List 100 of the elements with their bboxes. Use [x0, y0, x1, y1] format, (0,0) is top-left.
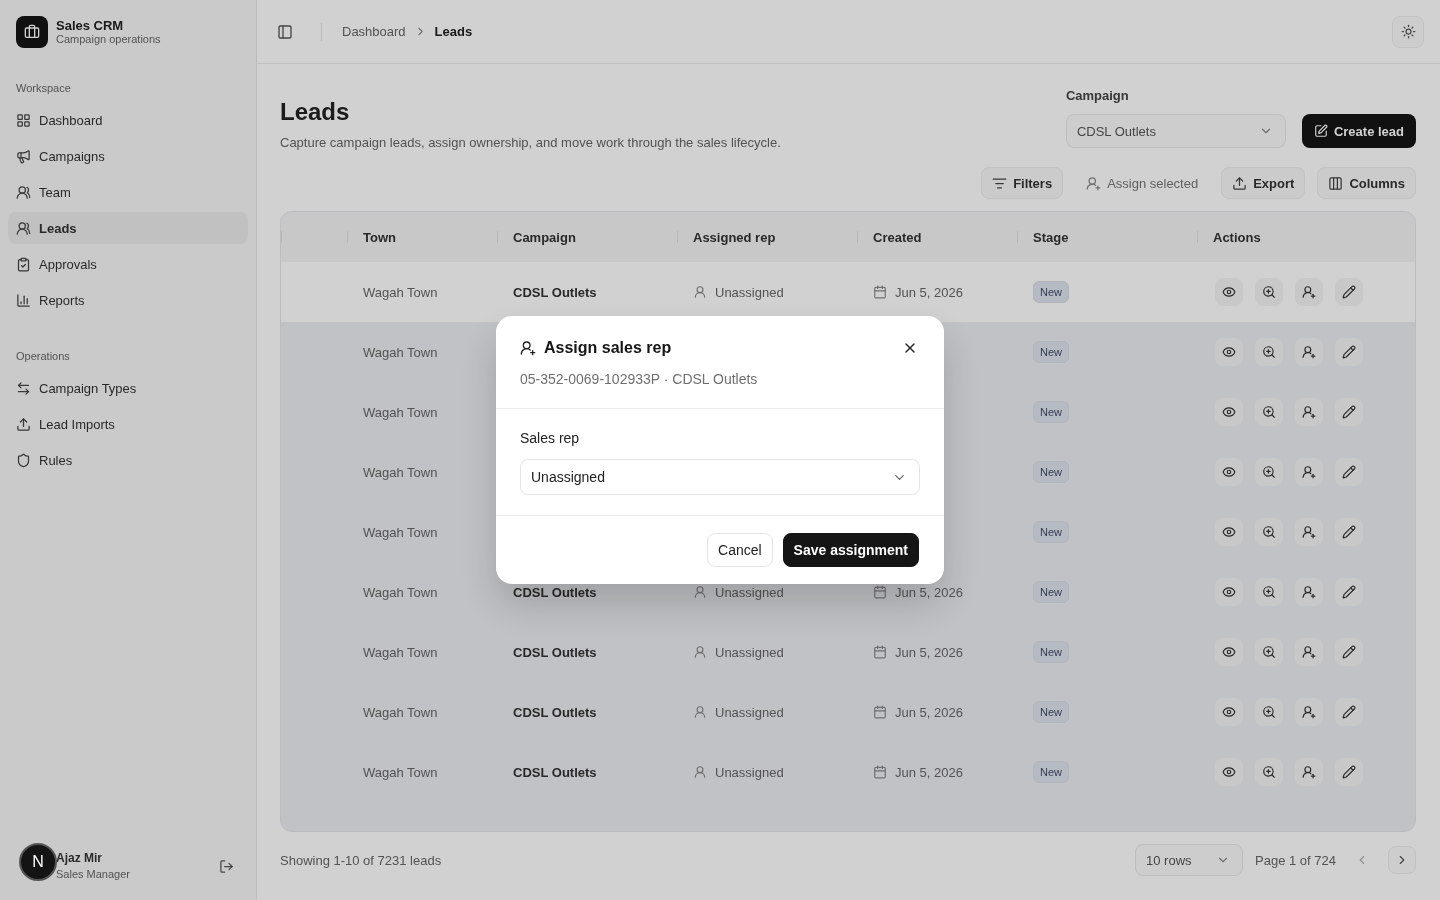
row-action-button[interactable] [1335, 338, 1363, 366]
row-action-button[interactable] [1215, 638, 1243, 666]
row-action-button[interactable] [1255, 278, 1283, 306]
breadcrumb-link[interactable]: Leads [434, 24, 473, 39]
zoom-in-icon [1262, 765, 1276, 779]
town-text: Wagah Town [363, 764, 438, 780]
row-action-button[interactable] [1215, 338, 1243, 366]
zoom-in-icon [1262, 525, 1276, 539]
users-icon [16, 220, 31, 236]
pencil-icon [1342, 705, 1356, 719]
row-action-button[interactable] [1335, 758, 1363, 786]
breadcrumb-link[interactable]: Dashboard [342, 24, 406, 39]
nav-item[interactable]: Dashboard [8, 104, 248, 136]
megaphone-icon [16, 148, 31, 164]
page-size-select[interactable]: 10 rows [1135, 844, 1244, 876]
user-plus-icon [1302, 705, 1316, 719]
row-action-button[interactable] [1255, 398, 1283, 426]
nav-item[interactable]: Lead Imports [8, 408, 248, 440]
stage-badge: New [1033, 281, 1069, 303]
row-action-button[interactable] [1295, 518, 1323, 546]
upload-icon [1232, 175, 1248, 191]
row-action-button[interactable] [1215, 578, 1243, 606]
row-action-button[interactable] [1215, 698, 1243, 726]
dialog-subtitle: 05-352-0069-102933P · CDSL Outlets [520, 370, 759, 388]
nav-item[interactable]: Campaigns [8, 140, 248, 172]
panel-icon [277, 23, 293, 40]
brand-subtitle: Campaign operations [56, 33, 161, 47]
row-action-button[interactable] [1255, 638, 1283, 666]
row-action-button[interactable] [1335, 578, 1363, 606]
town-text: Wagah Town [363, 524, 438, 540]
sales-rep-select[interactable]: Unassigned [520, 459, 920, 495]
stage-badge: New [1033, 701, 1069, 723]
row-action-button[interactable] [1335, 698, 1363, 726]
eye-icon [1222, 765, 1236, 779]
row-action-button[interactable] [1295, 278, 1323, 306]
town-text: Wagah Town [363, 644, 438, 660]
user-icon [693, 705, 707, 719]
create-lead-button[interactable]: Create lead [1301, 114, 1416, 148]
row-action-button[interactable] [1255, 518, 1283, 546]
row-action-button[interactable] [1295, 338, 1323, 366]
row-action-button[interactable] [1215, 518, 1243, 546]
row-action-button[interactable] [1255, 458, 1283, 486]
row-action-button[interactable] [1215, 278, 1243, 306]
theme-button[interactable] [1392, 15, 1424, 48]
row-action-button[interactable] [1335, 278, 1363, 306]
row-action-button[interactable] [1255, 758, 1283, 786]
column-header[interactable]: Town [363, 229, 396, 245]
zoom-in-icon [1262, 465, 1276, 479]
square-pen-icon [1313, 124, 1328, 138]
stage-badge: New [1033, 641, 1069, 663]
column-header[interactable]: Stage [1033, 229, 1069, 245]
column-header[interactable]: Campaign [513, 229, 576, 245]
row-action-button[interactable] [1295, 458, 1323, 486]
town-text: Wagah Town [363, 464, 438, 480]
row-action-button[interactable] [1335, 458, 1363, 486]
users-icon [16, 184, 31, 200]
column-header[interactable]: Actions [1213, 229, 1261, 245]
eye-icon [1222, 345, 1236, 359]
nav-item[interactable]: Reports [8, 284, 248, 316]
row-action-button[interactable] [1295, 758, 1323, 786]
nav-item[interactable]: Team [8, 176, 248, 208]
nav-item[interactable]: Approvals [8, 248, 248, 280]
row-action-button[interactable] [1295, 698, 1323, 726]
campaign-select[interactable]: CDSL Outlets [1065, 114, 1286, 148]
nav-item[interactable]: Leads [8, 212, 248, 244]
eye-icon [1222, 285, 1236, 299]
row-action-button[interactable] [1295, 578, 1323, 606]
nav-item[interactable]: Rules [8, 444, 248, 476]
save-button[interactable]: Save assignment [782, 533, 919, 567]
row-action-button[interactable] [1215, 758, 1243, 786]
eye-icon [1222, 705, 1236, 719]
stage-badge: New [1033, 761, 1069, 783]
user-name: Ajaz Mir [56, 851, 103, 867]
filter-icon [992, 175, 1008, 191]
row-action-button[interactable] [1215, 458, 1243, 486]
column-header[interactable]: Created [873, 229, 922, 245]
pencil-icon [1342, 585, 1356, 599]
toolbar-button[interactable]: Export [1221, 167, 1306, 199]
toolbar-button[interactable]: Filters [981, 167, 1064, 199]
clipboard-icon [16, 256, 31, 272]
eye-icon [1222, 465, 1236, 479]
row-action-button[interactable] [1255, 698, 1283, 726]
row-action-button[interactable] [1335, 638, 1363, 666]
row-action-button[interactable] [1215, 398, 1243, 426]
cancel-button[interactable]: Cancel [707, 533, 773, 567]
user-plus-icon [520, 340, 536, 356]
pencil-icon [1342, 345, 1356, 359]
column-header[interactable]: Assigned rep [693, 229, 776, 245]
row-action-button[interactable] [1295, 398, 1323, 426]
pencil-icon [1342, 405, 1356, 419]
toolbar-button[interactable]: Columns [1317, 167, 1416, 199]
campaign-text: CDSL Outlets [513, 704, 597, 720]
row-action-button[interactable] [1335, 398, 1363, 426]
nav-item[interactable]: Campaign Types [8, 372, 248, 404]
row-action-button[interactable] [1255, 338, 1283, 366]
row-action-button[interactable] [1255, 578, 1283, 606]
row-action-button[interactable] [1335, 518, 1363, 546]
row-action-button[interactable] [1295, 638, 1323, 666]
user-plus-icon [1086, 175, 1102, 191]
stage-badge: New [1033, 401, 1069, 423]
